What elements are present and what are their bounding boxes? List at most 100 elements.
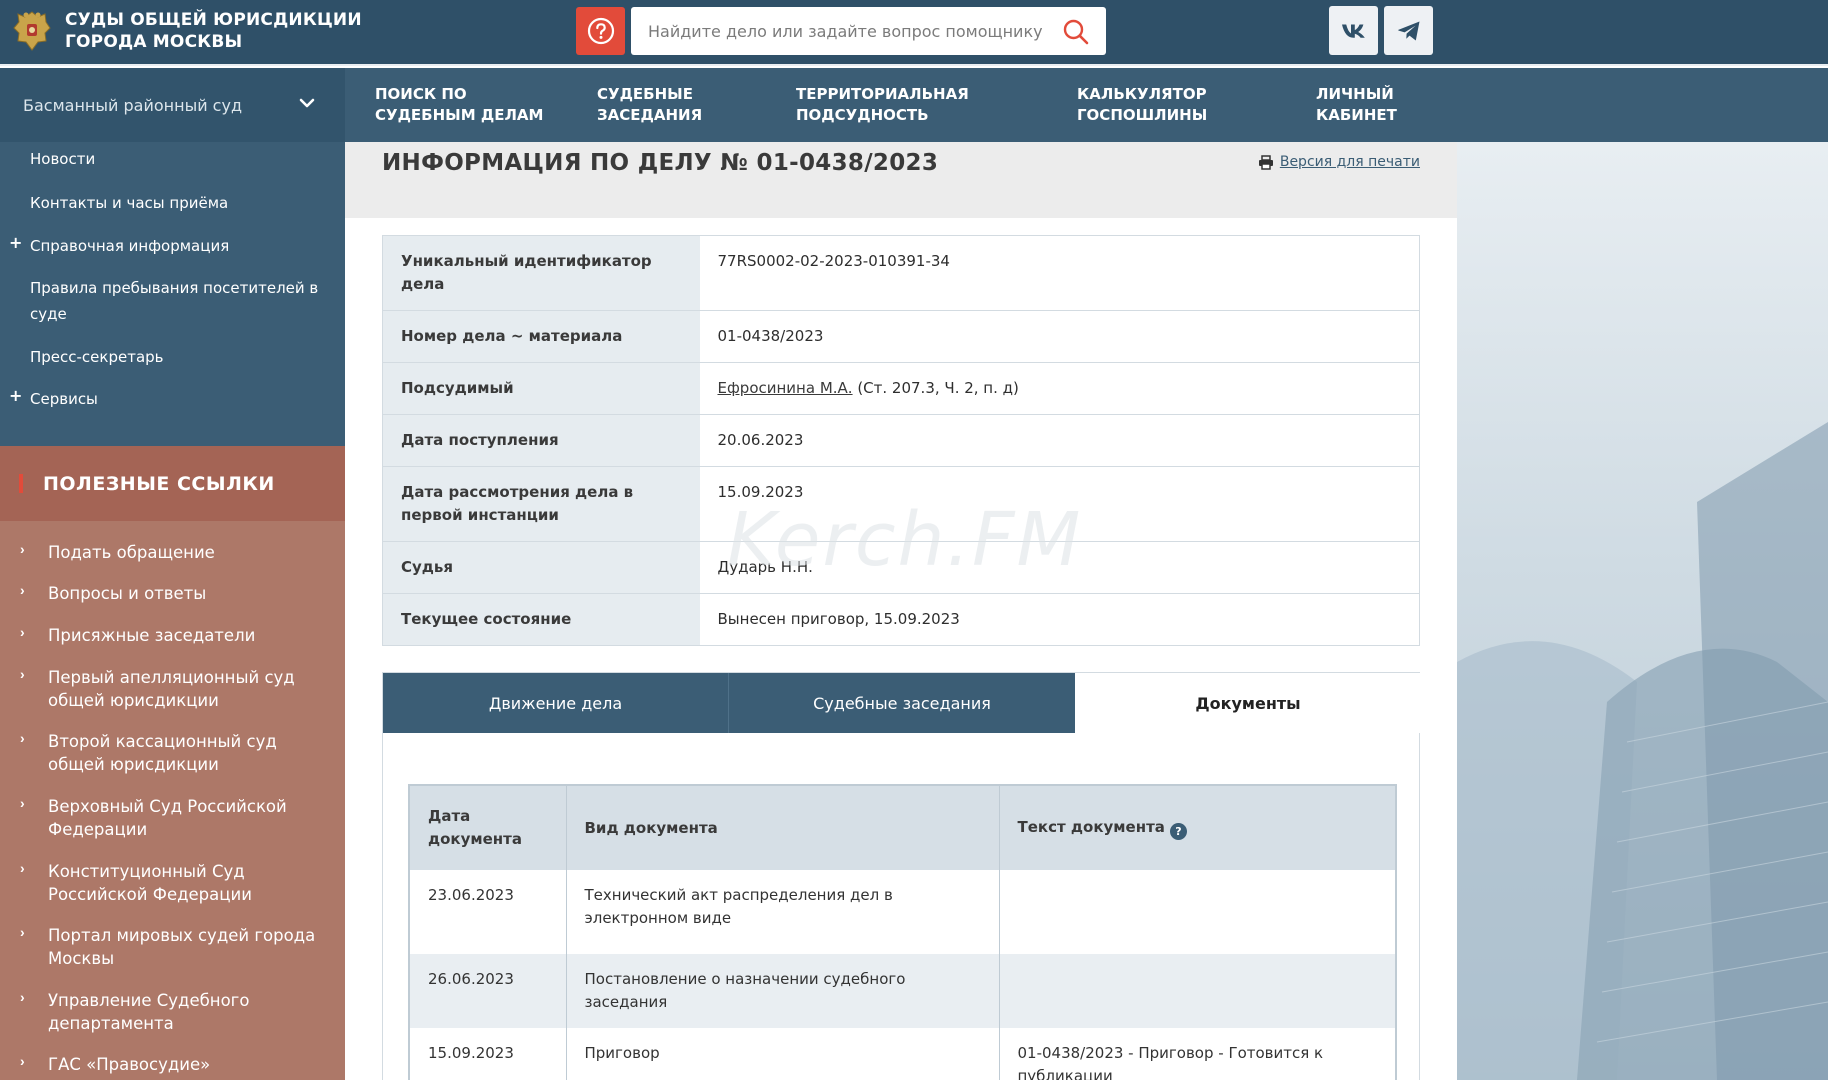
case-tabs: Движение дела Судебные заседания Докумен…: [382, 672, 1421, 1080]
doc-text: 01-0438/2023 - Приговор - Готовится к пу…: [999, 1028, 1397, 1080]
info-value: Ефросинина М.А. (Ст. 207.3, Ч. 2, п. д): [699, 362, 1420, 415]
chevron-right-icon: ›: [20, 860, 25, 876]
tab-court-sessions[interactable]: Судебные заседания: [729, 673, 1075, 733]
column-header-text: Текст документа?: [999, 785, 1397, 870]
sidebar: Новости Контакты и часы приёма + Справоч…: [0, 142, 345, 1080]
nav-label: заседания: [597, 106, 703, 124]
nav-label: госпошлины: [1077, 106, 1208, 124]
table-row: 15.09.2023 Приговор 01-0438/2023 - Приго…: [409, 1028, 1397, 1080]
column-header-type: Вид документа: [566, 785, 1000, 870]
info-key: Судья: [382, 541, 700, 594]
info-value: 01-0438/2023: [699, 310, 1420, 363]
table-header-row: Дата документа Вид документа Текст докум…: [409, 785, 1397, 870]
case-info-table: Уникальный идентификатор дела 77RS0002-0…: [382, 235, 1420, 646]
chevron-down-icon: [299, 98, 315, 108]
table-row: Дата поступления 20.06.2023: [382, 414, 1420, 467]
info-value: Вынесен приговор, 15.09.2023: [699, 593, 1420, 646]
useful-link-gas-pravosudie[interactable]: ГАС «Правосудие»: [48, 1053, 328, 1076]
doc-date: 26.06.2023: [409, 954, 567, 1028]
help-icon[interactable]: ?: [1169, 823, 1187, 840]
table-row: Номер дела ~ материала 01-0438/2023: [382, 310, 1420, 363]
nav-fee-calculator[interactable]: Калькулятор госпошлины: [1077, 84, 1207, 126]
search-icon[interactable]: [1062, 18, 1090, 46]
search-input[interactable]: [631, 7, 1051, 55]
useful-link-supreme-court[interactable]: Верховный Суд Российской Федерации: [48, 795, 328, 841]
useful-link-constitutional-court[interactable]: Конституционный Суд Российской Федерации: [48, 860, 328, 906]
useful-link-cassation-court[interactable]: Второй кассационный суд общей юрисдикции: [48, 730, 328, 776]
site-header: Суды общей юрисдикции города Москвы: [0, 0, 1828, 66]
printer-icon: [1258, 154, 1273, 170]
tab-documents[interactable]: Документы: [1075, 673, 1421, 733]
sidebar-menu: Новости Контакты и часы приёма + Справоч…: [0, 142, 345, 446]
column-header-text-label: Текст документа: [1017, 818, 1165, 836]
brand-line-1: Суды общей юрисдикции: [65, 10, 362, 30]
doc-text: [999, 870, 1397, 954]
doc-type: Постановление о назначении судебного зас…: [566, 954, 1000, 1028]
chevron-right-icon: ›: [20, 582, 25, 598]
main-content: Информация по делу № 01-0438/2023 Версия…: [345, 142, 1457, 1080]
search-box: [631, 7, 1106, 55]
chevron-right-icon: ›: [20, 624, 25, 640]
nav-case-search[interactable]: Поиск по судебным делам: [375, 84, 543, 126]
documents-table: Дата документа Вид документа Текст докум…: [408, 784, 1397, 1080]
site-logo[interactable]: Суды общей юрисдикции города Москвы: [12, 8, 362, 54]
useful-link-judicial-department[interactable]: Управление Судебного департамента: [48, 989, 328, 1035]
help-button[interactable]: [576, 7, 625, 55]
useful-link-appeal[interactable]: Подать обращение: [48, 541, 328, 564]
question-circle-icon: [587, 17, 614, 45]
nav-label: Поиск по: [375, 85, 467, 103]
table-row: 26.06.2023 Постановление о назначении су…: [409, 954, 1397, 1028]
tab-case-movement[interactable]: Движение дела: [383, 673, 729, 733]
useful-link-faq[interactable]: Вопросы и ответы: [48, 582, 328, 605]
nav-personal-account[interactable]: Личный кабинет: [1316, 84, 1397, 126]
info-value: 77RS0002-02-2023-010391-34: [699, 235, 1420, 311]
skyscraper-image: [1457, 422, 1828, 1080]
table-row: Текущее состояние Вынесен приговор, 15.0…: [382, 593, 1420, 646]
useful-links-title: Полезные ссылки: [43, 472, 275, 495]
plus-icon[interactable]: +: [9, 233, 22, 252]
doc-date: 23.06.2023: [409, 870, 567, 954]
background-cityscape: [1457, 142, 1828, 1080]
print-version-link[interactable]: Версия для печати: [1258, 154, 1420, 170]
nav-jurisdiction[interactable]: Территориальная подсудность: [796, 84, 969, 126]
useful-links-header: Полезные ссылки: [0, 446, 345, 521]
sidebar-item-contacts[interactable]: Контакты и часы приёма: [30, 190, 320, 216]
nav-label: Территориальная: [796, 85, 969, 103]
sidebar-item-reference[interactable]: Справочная информация: [30, 233, 320, 259]
court-selector-label: Басманный районный суд: [23, 95, 243, 115]
doc-text: [999, 954, 1397, 1028]
useful-link-appeal-court[interactable]: Первый апелляционный суд общей юрисдикци…: [48, 666, 328, 712]
sidebar-item-news[interactable]: Новости: [30, 146, 320, 172]
nav-label: судебным делам: [375, 106, 544, 124]
info-key: Уникальный идентификатор дела: [382, 235, 700, 311]
main-nav: Басманный районный суд Поиск по судебным…: [0, 68, 1828, 142]
nav-court-sessions[interactable]: Судебные заседания: [597, 84, 702, 126]
nav-label: подсудность: [796, 106, 929, 124]
court-selector[interactable]: Басманный районный суд: [0, 68, 345, 142]
defendant-article: (Ст. 207.3, Ч. 2, п. д): [852, 379, 1019, 397]
info-value: 20.06.2023: [699, 414, 1420, 467]
telegram-button[interactable]: [1384, 6, 1433, 55]
table-row: Дата рассмотрения дела в первой инстанци…: [382, 466, 1420, 542]
useful-link-jurors[interactable]: Присяжные заседатели: [48, 624, 328, 647]
page-title: Информация по делу № 01-0438/2023: [382, 150, 939, 176]
plus-icon[interactable]: +: [9, 386, 22, 405]
doc-date: 15.09.2023: [409, 1028, 567, 1080]
info-key: Дата рассмотрения дела в первой инстанци…: [382, 466, 700, 542]
defendant-link[interactable]: Ефросинина М.А.: [718, 379, 853, 397]
useful-link-magistrates-portal[interactable]: Портал мировых судей города Москвы: [48, 924, 328, 970]
vk-button[interactable]: [1329, 6, 1378, 55]
info-value: Дударь Н.Н.: [699, 541, 1420, 594]
info-value: 15.09.2023: [699, 466, 1420, 542]
chevron-right-icon: ›: [20, 666, 25, 682]
sidebar-item-services[interactable]: Сервисы: [30, 386, 320, 412]
telegram-icon: [1397, 21, 1419, 40]
sidebar-item-press[interactable]: Пресс-секретарь: [30, 344, 320, 370]
chevron-right-icon: ›: [20, 924, 25, 940]
nav-label: Судебные: [597, 85, 693, 103]
doc-type: Приговор: [566, 1028, 1000, 1080]
nav-label: Калькулятор: [1077, 85, 1207, 103]
sidebar-item-rules[interactable]: Правила пребывания посетителей в суде: [30, 275, 320, 327]
chevron-right-icon: ›: [20, 795, 25, 811]
column-header-date: Дата документа: [409, 785, 567, 870]
